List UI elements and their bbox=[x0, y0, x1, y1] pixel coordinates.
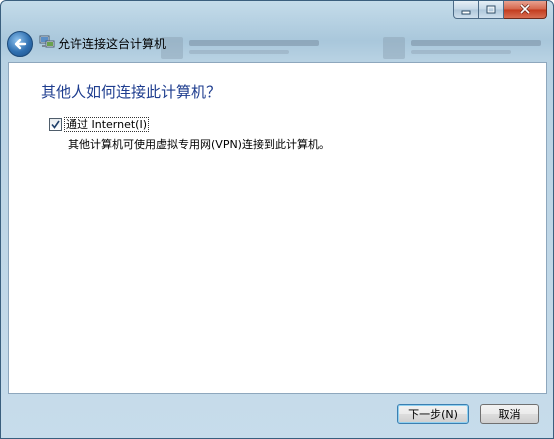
back-arrow-icon bbox=[14, 38, 27, 50]
next-button[interactable]: 下一步(N) bbox=[397, 404, 469, 424]
minimize-button[interactable] bbox=[453, 1, 479, 19]
internet-checkbox-label[interactable]: 通过 Internet(I) bbox=[64, 117, 150, 132]
content-panel: 其他人如何连接此计算机？ 通过 Internet(I) 其他计算机可使用虚拟专用… bbox=[8, 62, 547, 394]
network-connection-icon bbox=[39, 35, 55, 48]
checkmark-icon bbox=[51, 120, 60, 129]
close-button[interactable] bbox=[504, 1, 547, 19]
option-description: 其他计算机可使用虚拟专用网(VPN)连接到此计算机。 bbox=[68, 138, 330, 151]
close-icon bbox=[519, 4, 531, 15]
page-heading: 其他人如何连接此计算机？ bbox=[41, 83, 222, 101]
window-controls bbox=[453, 1, 547, 20]
dialog-window: 允许连接这台计算机 其他人如何连接此计算机？ 通过 Internet(I) 其他… bbox=[0, 0, 554, 439]
window-title: 允许连接这台计算机 bbox=[58, 37, 167, 51]
back-button[interactable] bbox=[7, 31, 33, 57]
cancel-button[interactable]: 取消 bbox=[480, 404, 539, 424]
maximize-icon bbox=[486, 5, 496, 13]
internet-checkbox[interactable] bbox=[49, 118, 62, 131]
minimize-icon bbox=[461, 10, 471, 14]
maximize-button[interactable] bbox=[479, 1, 504, 19]
